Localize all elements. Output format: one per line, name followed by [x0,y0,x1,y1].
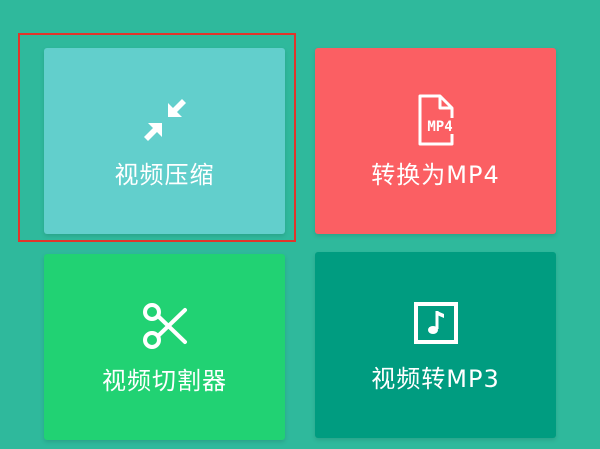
compress-arrows-icon [137,92,193,148]
convert-to-mp4-label: 转换为MP4 [371,161,500,189]
mp4-icon-text: MP4 [427,119,452,135]
mp4-file-icon: MP4 [408,92,464,148]
convert-to-mp4-tile[interactable]: MP4 转换为MP4 [315,48,556,234]
video-cutter-tile[interactable]: 视频切割器 [44,254,285,440]
video-compress-label: 视频压缩 [114,161,215,189]
music-note-icon [408,296,464,352]
video-to-mp3-label: 视频转MP3 [371,365,500,393]
scissors-icon [137,298,193,354]
video-cutter-label: 视频切割器 [102,367,227,395]
video-to-mp3-tile[interactable]: 视频转MP3 [315,252,556,438]
video-compress-tile[interactable]: 视频压缩 [44,48,285,234]
